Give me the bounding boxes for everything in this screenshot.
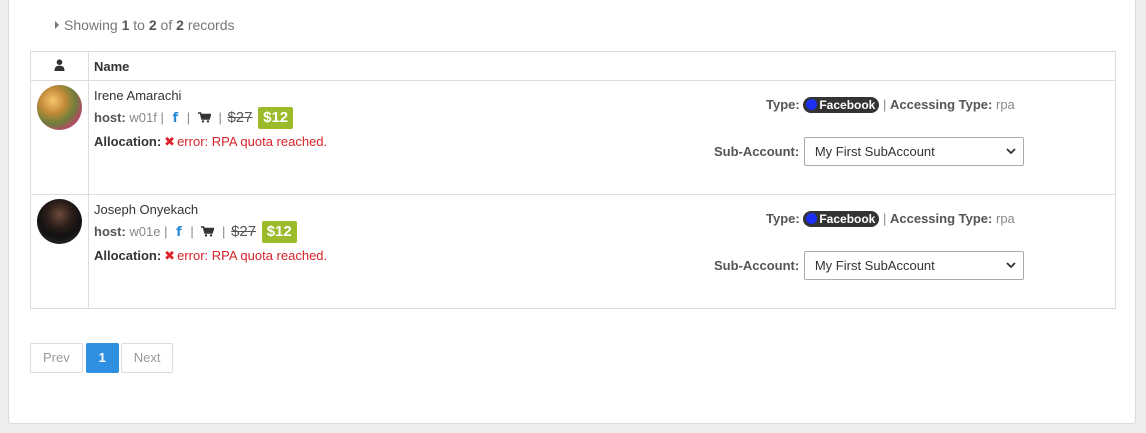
records-panel: Showing 1 to 2 of 2 records Name Irene A… [8,0,1136,424]
next-page-button[interactable]: Next [120,343,174,373]
header-name-column: Name [88,51,1116,81]
header-avatar-column [30,51,89,81]
subaccount-select[interactable]: My First SubAccount [803,137,1024,166]
original-price: $27 [231,223,257,240]
host-value: w01f [129,110,157,125]
account-info-cell: Joseph Onyekach host: w01e | f | | $27 $… [88,194,1116,309]
status-dot-icon [806,213,818,224]
host-value: w01e [129,224,161,239]
pagination: Prev 1 Next [30,343,174,373]
platform-badge: Facebook [803,97,880,113]
status-dot-icon [806,99,818,110]
caret-right-icon [55,21,59,29]
records-summary: Showing 1 to 2 of 2 records [55,17,235,33]
facebook-icon[interactable]: f [173,111,179,126]
platform-badge: Facebook [803,211,880,227]
type-line: Type: Facebook | Accessing Type: rpa [766,97,1015,113]
user-icon [54,58,65,71]
chevron-down-icon [1006,148,1016,155]
accessing-type-value: rpa [995,211,1015,226]
error-x-icon: ✖ [164,248,176,263]
cart-icon[interactable] [201,223,216,243]
subaccount-line: Sub-Account: My First SubAccount [714,137,1024,166]
accessing-type-value: rpa [995,97,1015,112]
original-price: $27 [227,109,253,126]
type-line: Type: Facebook | Accessing Type: rpa [766,211,1015,227]
prev-page-button[interactable]: Prev [30,343,83,373]
subaccount-select[interactable]: My First SubAccount [803,251,1024,280]
table-row: Irene Amarachi host: w01f | f | | $27 $1… [30,80,1116,195]
avatar[interactable] [37,85,82,130]
table-row: Joseph Onyekach host: w01e | f | | $27 $… [30,194,1116,309]
allocation-error: error: RPA quota reached. [177,134,328,149]
price-badge[interactable]: $12 [261,221,297,243]
page-1-button[interactable]: 1 [85,343,119,373]
avatar-cell [30,80,89,195]
facebook-icon[interactable]: f [176,225,182,240]
error-x-icon: ✖ [164,134,176,149]
avatar[interactable] [37,199,82,244]
account-info-cell: Irene Amarachi host: w01f | f | | $27 $1… [88,80,1116,195]
table-header-row: Name [30,51,1116,81]
accounts-table: Name Irene Amarachi host: w01f | f | | $… [30,51,1116,309]
price-badge[interactable]: $12 [258,107,294,129]
allocation-error: error: RPA quota reached. [177,248,328,263]
chevron-down-icon [1006,262,1016,269]
avatar-cell [30,194,89,309]
subaccount-line: Sub-Account: My First SubAccount [714,251,1024,280]
cart-icon[interactable] [197,109,212,129]
